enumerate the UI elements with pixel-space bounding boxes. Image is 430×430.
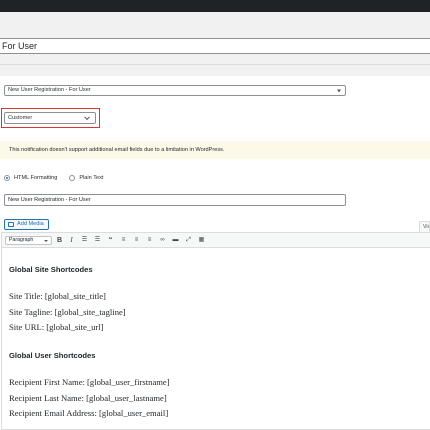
recipient-select-value: Customer xyxy=(8,115,33,121)
admin-bar xyxy=(0,0,430,12)
chevron-down-icon xyxy=(337,89,341,92)
template-select[interactable]: New User Registration - For User xyxy=(4,85,346,96)
html-formatting-radio[interactable] xyxy=(4,174,10,181)
add-media-button[interactable]: Add Media xyxy=(4,219,49,230)
fullscreen-icon[interactable]: ⤢ xyxy=(184,236,193,245)
section-divider xyxy=(0,64,430,65)
html-formatting-label[interactable]: HTML Formatting xyxy=(14,175,57,181)
insert-link-icon[interactable]: ∞ xyxy=(158,236,167,245)
subject-input[interactable]: New User Registration - For User xyxy=(4,194,346,206)
align-center-icon[interactable]: ≡ xyxy=(132,236,141,245)
add-media-label: Add Media xyxy=(17,221,44,227)
site-url-line: Site URL: [global_site_url] xyxy=(9,322,104,332)
plain-text-label[interactable]: Plain Text xyxy=(79,175,103,181)
editor-toolbar: Paragraph B I ☰ ☰ “ ≡ ≡ ≡ ∞ ▬ ⤢ ▦ xyxy=(2,233,430,248)
plain-text-radio[interactable] xyxy=(69,174,76,181)
blockquote-icon[interactable]: “ xyxy=(106,236,115,245)
horizontal-line-icon[interactable]: ▬ xyxy=(171,236,180,245)
title-area xyxy=(0,12,430,38)
chevron-down-icon xyxy=(44,240,48,242)
chevron-down-icon xyxy=(84,114,90,121)
bulleted-list-icon[interactable]: ☰ xyxy=(80,236,89,245)
recipient-select[interactable]: Customer xyxy=(4,112,96,124)
user-shortcodes-heading: Global User Shortcodes xyxy=(9,351,96,360)
site-title-line: Site Title: [global_site_title] xyxy=(9,291,106,301)
align-right-icon[interactable]: ≡ xyxy=(145,236,154,245)
toolbar-toggle-icon[interactable]: ▦ xyxy=(197,236,206,245)
align-left-icon[interactable]: ≡ xyxy=(119,236,128,245)
site-shortcodes-heading: Global Site Shortcodes xyxy=(9,265,93,274)
site-tagline-line: Site Tagline: [global_site_tagline] xyxy=(9,307,126,317)
last-name-line: Recipient Last Name: [global_user_lastna… xyxy=(9,393,167,403)
limitation-notice: This notification doesn't support additi… xyxy=(0,141,430,159)
paragraph-format-select[interactable]: Paragraph xyxy=(5,236,52,245)
notice-text: This notification doesn't support additi… xyxy=(9,147,225,153)
first-name-line: Recipient First Name: [global_user_first… xyxy=(9,377,170,387)
template-select-value: New User Registration - For User xyxy=(8,87,91,93)
bold-icon[interactable]: B xyxy=(55,236,64,245)
numbered-list-icon[interactable]: ☰ xyxy=(93,236,102,245)
italic-icon[interactable]: I xyxy=(67,236,76,245)
post-title-input[interactable]: For User xyxy=(0,38,430,54)
tab-visual[interactable]: Vis xyxy=(419,221,430,232)
content-editor[interactable]: Paragraph B I ☰ ☰ “ ≡ ≡ ≡ ∞ ▬ ⤢ ▦ Global… xyxy=(1,232,430,430)
format-radio-group: HTML Formatting Plain Text xyxy=(4,173,103,182)
media-icon xyxy=(8,222,14,227)
paragraph-format-value: Paragraph xyxy=(9,237,34,243)
email-line: Recipient Email Address: [global_user_em… xyxy=(9,408,169,418)
